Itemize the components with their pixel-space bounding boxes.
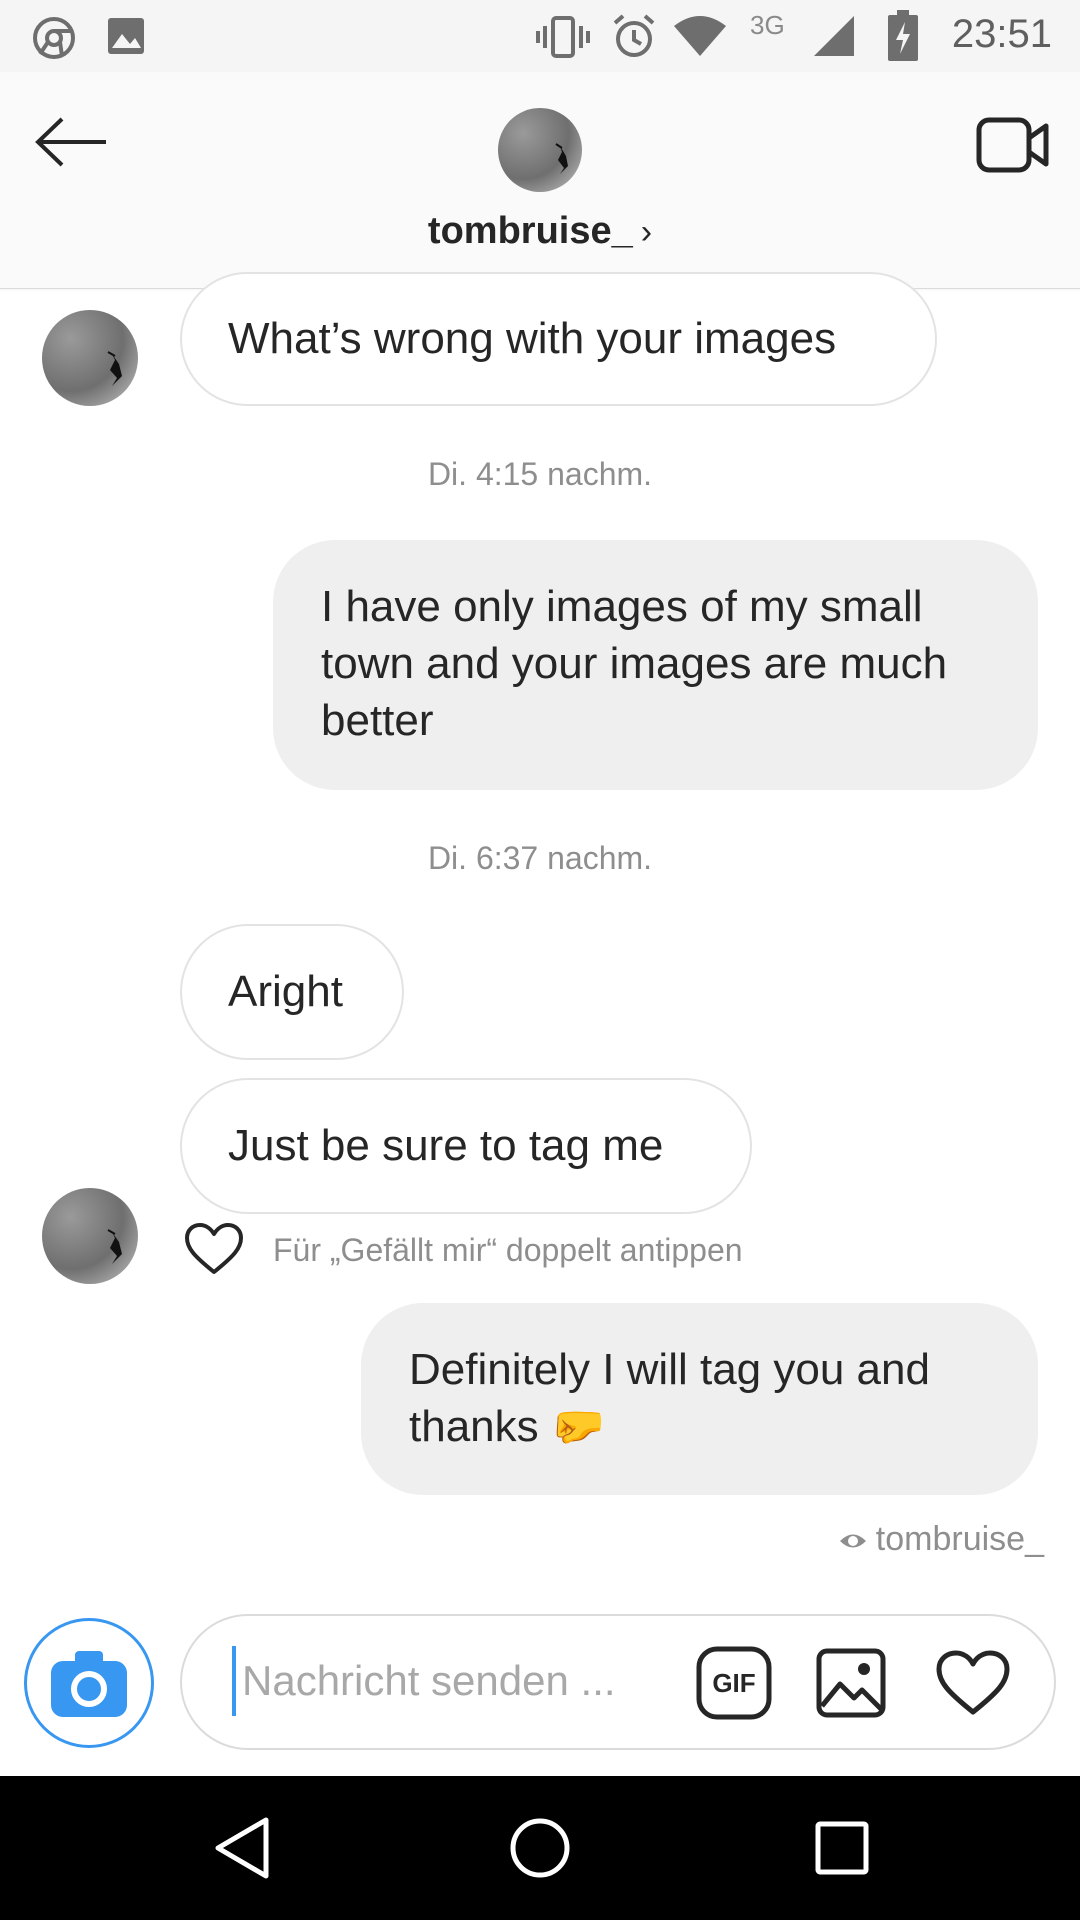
back-nav-icon[interactable]	[212, 1816, 272, 1885]
message-outgoing[interactable]: Definitely I will tag you and thanks 🤛	[361, 1303, 1038, 1495]
gallery-icon	[106, 16, 146, 61]
message-timestamp: Di. 6:37 nachm.	[427, 840, 653, 876]
message-input[interactable]	[232, 1646, 662, 1716]
recents-nav-icon[interactable]	[814, 1820, 870, 1881]
chat-header: tombruise_ ›	[0, 72, 1080, 289]
message-incoming[interactable]: What’s wrong with your images	[180, 272, 937, 406]
camera-button[interactable]	[24, 1618, 154, 1748]
chrome-icon	[32, 16, 76, 65]
heart-icon[interactable]	[936, 1650, 1010, 1721]
image-icon[interactable]	[816, 1648, 886, 1723]
wifi-icon	[672, 14, 728, 63]
camera-icon	[47, 1647, 131, 1726]
message-incoming[interactable]: Just be sure to tag me	[180, 1078, 752, 1214]
vibrate-icon	[536, 14, 590, 65]
network-type: 3G	[750, 10, 785, 40]
message-composer: GIF	[180, 1614, 1056, 1750]
status-time: 23:51	[951, 12, 1052, 56]
sender-avatar[interactable]	[42, 1188, 138, 1284]
back-arrow-icon[interactable]	[34, 116, 108, 173]
message-outgoing[interactable]: I have only images of my small town and …	[273, 540, 1038, 790]
alarm-icon	[610, 12, 658, 65]
header-avatar[interactable]	[498, 108, 582, 192]
message-text: Definitely I will tag you and thanks	[409, 1345, 930, 1451]
message-timestamp: Di. 4:15 nachm.	[427, 456, 653, 492]
sender-avatar[interactable]	[42, 310, 138, 406]
seen-by-name: tombruise_	[875, 1520, 1044, 1558]
home-nav-icon[interactable]	[508, 1816, 572, 1885]
chevron-right-icon: ›	[640, 213, 653, 251]
seen-indicator: tombruise_	[838, 1520, 1044, 1559]
gif-icon: GIF	[712, 1668, 756, 1698]
gif-button[interactable]: GIF	[696, 1646, 772, 1725]
header-username[interactable]: tombruise_	[428, 210, 633, 252]
signal-icon	[812, 14, 856, 63]
video-call-icon[interactable]	[976, 116, 1050, 181]
double-tap-like-hint: Für „Gefällt mir“ doppelt antippen	[273, 1232, 743, 1268]
eye-icon	[838, 1520, 868, 1559]
message-incoming[interactable]: Aright	[180, 924, 404, 1060]
heart-icon[interactable]	[184, 1222, 244, 1281]
fist-bump-emoji: 🤛	[550, 1402, 606, 1451]
battery-charging-icon	[888, 10, 918, 67]
android-nav-bar	[0, 1776, 1080, 1920]
status-bar: 3G 23:51	[0, 0, 1080, 72]
header-username-row[interactable]: tombruise_ ›	[0, 210, 1080, 253]
